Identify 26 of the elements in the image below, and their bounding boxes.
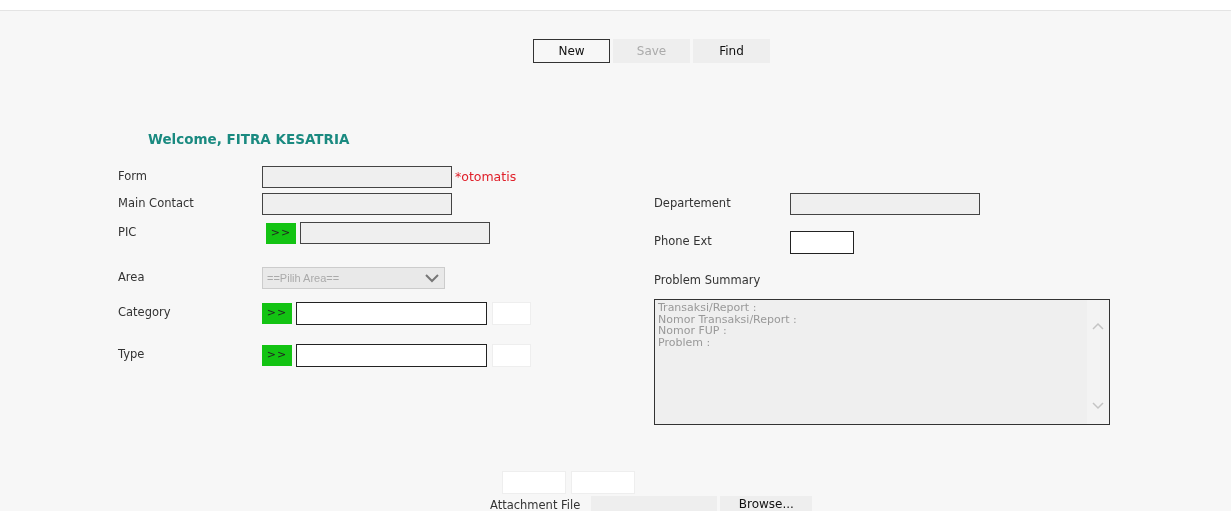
text-field[interactable] — [296, 343, 487, 367]
lookup-button[interactable]: >> — [262, 344, 292, 366]
text-field[interactable] — [262, 193, 452, 215]
field-label: Category — [118, 304, 172, 322]
chevron-down-icon — [425, 274, 439, 283]
text-field[interactable] — [262, 166, 452, 188]
text-field[interactable] — [296, 301, 487, 325]
attachment-label: Attachment File — [490, 498, 581, 511]
field-label: Phone Ext — [654, 233, 713, 251]
field-label: Type — [118, 346, 146, 364]
text-field[interactable] — [300, 222, 490, 244]
field-label: Area — [118, 269, 146, 287]
toolbar-button[interactable]: Find — [693, 39, 770, 63]
field-label: Main Contact — [118, 195, 195, 213]
lookup-button[interactable]: >> — [262, 302, 292, 324]
toolbar-button[interactable]: New — [533, 39, 610, 63]
welcome-heading: Welcome, FITRA KESATRIA — [148, 131, 351, 148]
required-note: *otomatis — [455, 167, 517, 186]
text-field[interactable] — [790, 230, 854, 254]
text-field[interactable] — [790, 193, 980, 215]
field-label: Problem Summary — [654, 272, 762, 290]
lookup-button[interactable]: >> — [266, 222, 296, 244]
field-label: Departement — [654, 195, 732, 213]
field-label: Form — [118, 168, 148, 186]
browse-button[interactable]: Browse... — [720, 496, 813, 511]
field-label: PIC — [118, 224, 138, 242]
